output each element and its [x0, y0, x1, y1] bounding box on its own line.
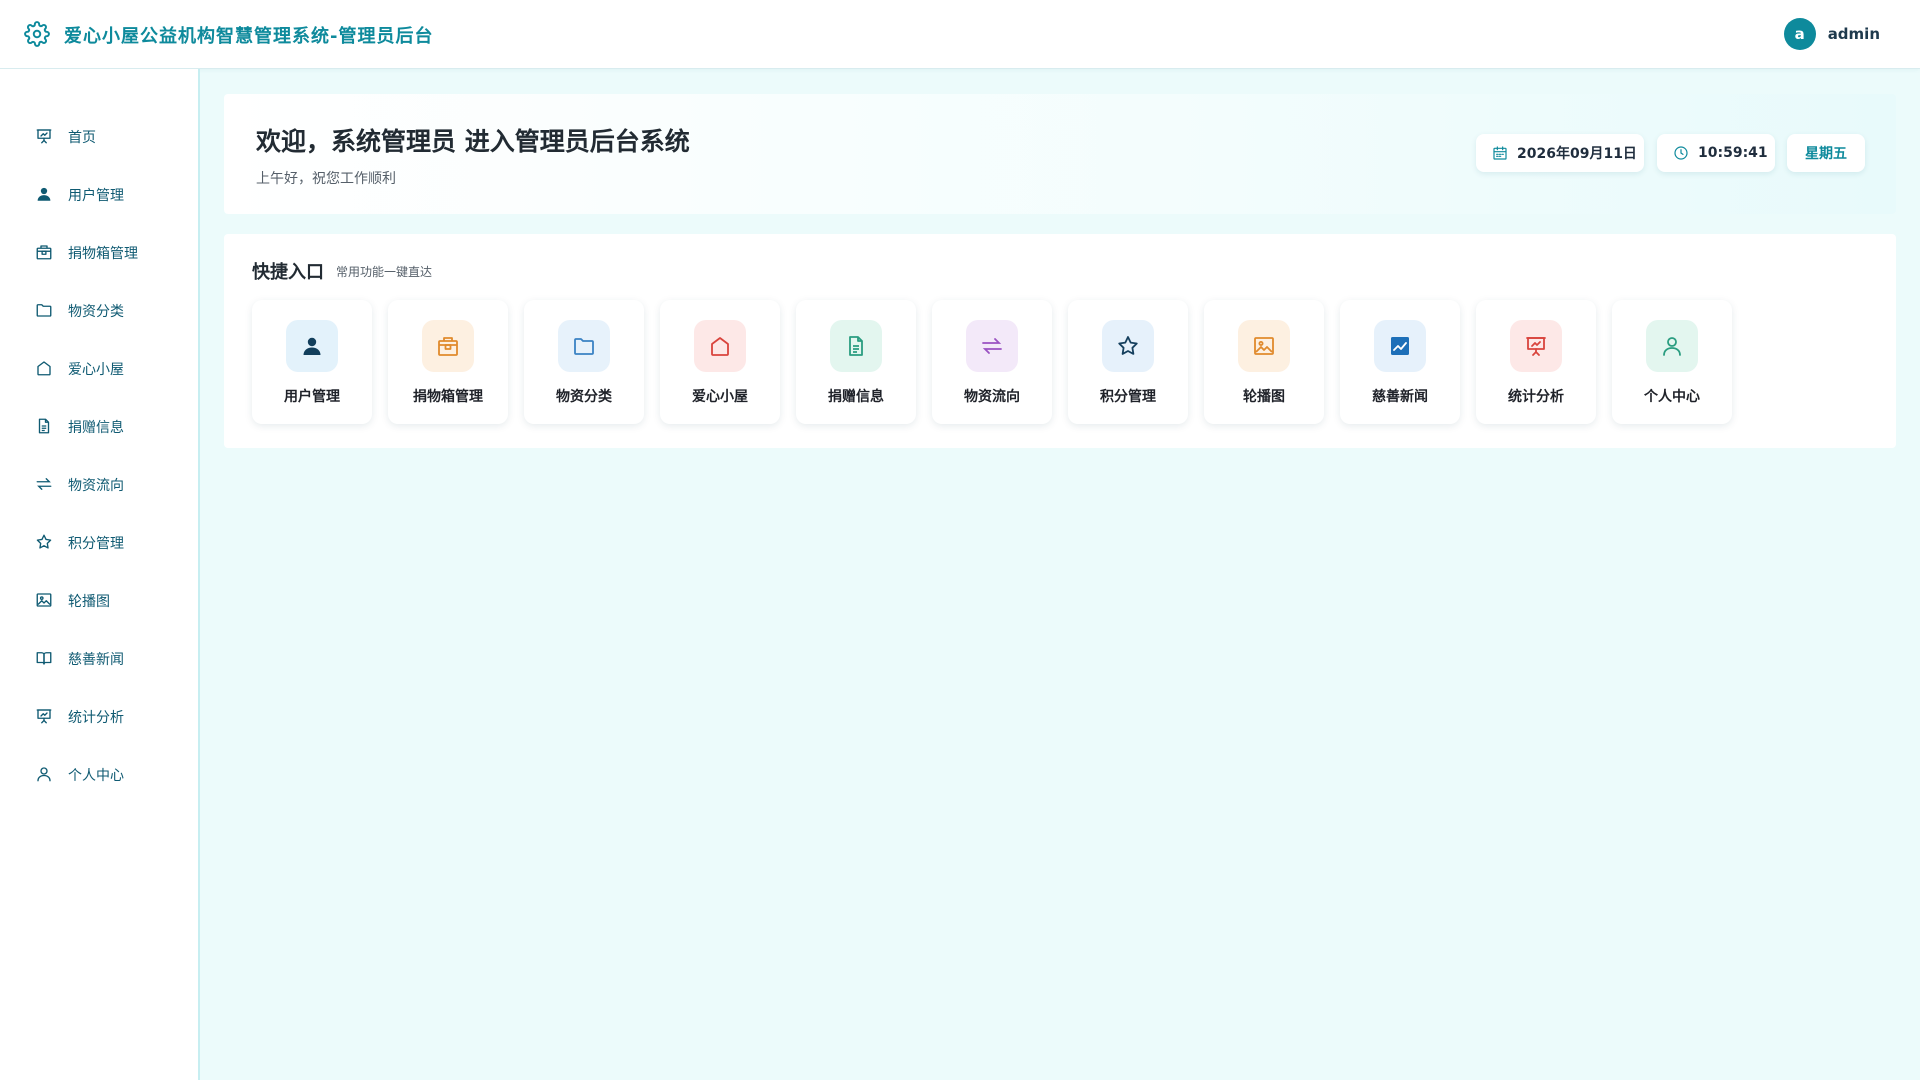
sidebar: 首页 用户管理 捐物箱管理 物资分类 爱心小屋 捐赠信息 物资流向 积分管理 轮… — [0, 69, 200, 1080]
star-icon — [1102, 320, 1154, 372]
quick-tile-label: 爱心小屋 — [692, 389, 748, 405]
weekday-badge: 星期五 — [1787, 134, 1865, 172]
sidebar-item-home[interactable]: 首页 — [0, 116, 198, 156]
presentation-icon — [35, 127, 53, 145]
sidebar-item-material-flow[interactable]: 物资流向 — [0, 464, 198, 504]
user-outline-icon — [1646, 320, 1698, 372]
sidebar-item-love-house[interactable]: 爱心小屋 — [0, 348, 198, 388]
sidebar-item-statistics[interactable]: 统计分析 — [0, 696, 198, 736]
top-header: 爱心小屋公益机构智慧管理系统-管理员后台 a admin — [0, 0, 1920, 69]
folder-icon — [35, 301, 53, 319]
sidebar-item-label: 轮播图 — [68, 594, 110, 610]
folder-icon — [558, 320, 610, 372]
sidebar-item-label: 积分管理 — [68, 536, 124, 552]
box-icon — [35, 243, 53, 261]
quick-tile-label: 物资分类 — [556, 389, 612, 405]
document-icon — [35, 417, 53, 435]
sidebar-item-label: 用户管理 — [68, 188, 124, 204]
gear-icon — [24, 21, 50, 47]
time-text: 10:59:41 — [1698, 145, 1768, 161]
sidebar-item-label: 首页 — [68, 130, 96, 146]
calendar-icon — [1492, 145, 1508, 161]
image-icon — [35, 591, 53, 609]
quick-tile-material-flow[interactable]: 物资流向 — [932, 300, 1052, 424]
quick-entry-subtitle: 常用功能一键直达 — [336, 265, 433, 279]
app-title: 爱心小屋公益机构智慧管理系统-管理员后台 — [64, 26, 434, 47]
clock-icon — [1673, 145, 1689, 161]
user-menu[interactable]: a admin — [1783, 18, 1880, 50]
sidebar-item-label: 个人中心 — [68, 768, 124, 784]
transfer-icon — [35, 475, 53, 493]
book-icon — [35, 649, 53, 667]
home-icon — [694, 320, 746, 372]
sidebar-item-label: 爱心小屋 — [68, 362, 124, 378]
sidebar-item-points[interactable]: 积分管理 — [0, 522, 198, 562]
quick-tile-label: 积分管理 — [1100, 389, 1156, 405]
sidebar-item-donation-box[interactable]: 捐物箱管理 — [0, 232, 198, 272]
quick-tile-donation-info[interactable]: 捐赠信息 — [796, 300, 916, 424]
sidebar-item-users[interactable]: 用户管理 — [0, 174, 198, 214]
quick-tile-label: 物资流向 — [964, 389, 1020, 405]
weekday-text: 星期五 — [1805, 146, 1847, 162]
chart-icon — [1374, 320, 1426, 372]
star-icon — [35, 533, 53, 551]
sidebar-item-donation-info[interactable]: 捐赠信息 — [0, 406, 198, 446]
quick-tile-label: 用户管理 — [284, 389, 340, 405]
welcome-title: 欢迎，系统管理员 进入管理员后台系统 — [256, 127, 690, 156]
sidebar-item-category[interactable]: 物资分类 — [0, 290, 198, 330]
time-badge: 10:59:41 — [1657, 134, 1775, 172]
quick-tile-label: 轮播图 — [1243, 389, 1285, 405]
home-icon — [35, 359, 53, 377]
date-text: 2026年09月11日 — [1517, 146, 1637, 162]
quick-tile-profile[interactable]: 个人中心 — [1612, 300, 1732, 424]
sidebar-item-charity-news[interactable]: 慈善新闻 — [0, 638, 198, 678]
quick-tile-label: 捐赠信息 — [828, 389, 884, 405]
user-icon — [35, 185, 53, 203]
quick-tile-charity-news[interactable]: 慈善新闻 — [1340, 300, 1460, 424]
sidebar-item-label: 慈善新闻 — [68, 652, 124, 668]
welcome-subtitle: 上午好，祝您工作顺利 — [256, 171, 396, 187]
sidebar-item-label: 捐物箱管理 — [68, 246, 138, 262]
quick-tile-statistics[interactable]: 统计分析 — [1476, 300, 1596, 424]
avatar[interactable]: a — [1783, 18, 1816, 50]
sidebar-item-label: 物资分类 — [68, 304, 124, 320]
quick-tile-label: 统计分析 — [1508, 389, 1564, 405]
quick-tile-label: 个人中心 — [1644, 389, 1700, 405]
welcome-banner: 欢迎，系统管理员 进入管理员后台系统 上午好，祝您工作顺利 2026年09月11… — [224, 94, 1896, 214]
sidebar-item-label: 物资流向 — [68, 478, 124, 494]
quick-tile-love-house[interactable]: 爱心小屋 — [660, 300, 780, 424]
sidebar-item-carousel[interactable]: 轮播图 — [0, 580, 198, 620]
sidebar-item-label: 统计分析 — [68, 710, 124, 726]
quick-tile-carousel[interactable]: 轮播图 — [1204, 300, 1324, 424]
quick-tile-label: 捐物箱管理 — [413, 389, 483, 405]
document-icon — [830, 320, 882, 372]
username[interactable]: admin — [1828, 25, 1880, 43]
quick-tile-donation-box[interactable]: 捐物箱管理 — [388, 300, 508, 424]
quick-entry-panel: 快捷入口 常用功能一键直达 用户管理 捐物箱管理 物资分类 爱心小屋 捐赠信息 — [224, 234, 1896, 448]
date-badge: 2026年09月11日 — [1476, 134, 1644, 172]
user-outline-icon — [35, 765, 53, 783]
user-icon — [286, 320, 338, 372]
quick-entry-title: 快捷入口 — [252, 262, 324, 283]
transfer-icon — [966, 320, 1018, 372]
sidebar-item-profile[interactable]: 个人中心 — [0, 754, 198, 794]
quick-tile-category[interactable]: 物资分类 — [524, 300, 644, 424]
quick-tile-users[interactable]: 用户管理 — [252, 300, 372, 424]
quick-tile-points[interactable]: 积分管理 — [1068, 300, 1188, 424]
presentation-icon — [1510, 320, 1562, 372]
quick-tile-label: 慈善新闻 — [1372, 389, 1428, 405]
image-icon — [1238, 320, 1290, 372]
presentation-icon — [35, 707, 53, 725]
box-icon — [422, 320, 474, 372]
sidebar-item-label: 捐赠信息 — [68, 420, 124, 436]
